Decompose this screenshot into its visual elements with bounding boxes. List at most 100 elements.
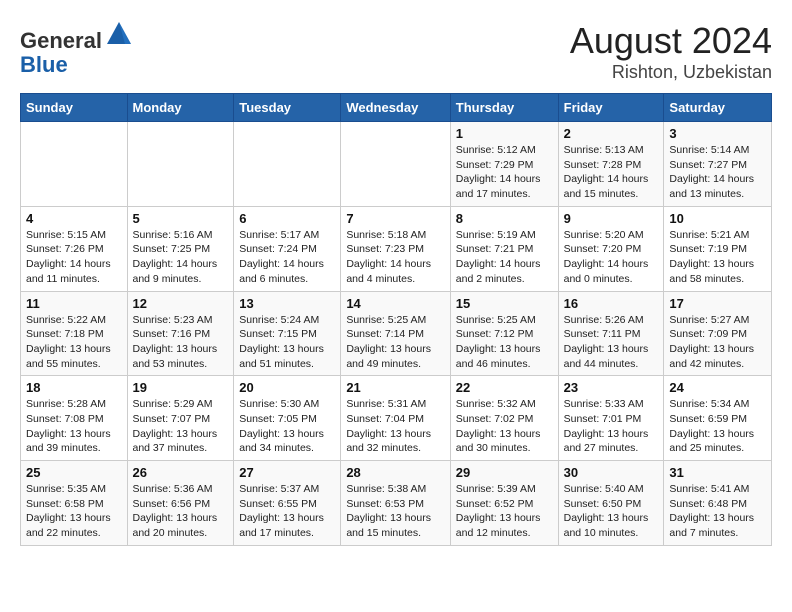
day-info: Sunrise: 5:12 AMSunset: 7:29 PMDaylight:… — [456, 143, 553, 202]
day-number: 27 — [239, 465, 335, 480]
day-number: 24 — [669, 380, 766, 395]
day-info: Sunrise: 5:15 AMSunset: 7:26 PMDaylight:… — [26, 228, 122, 287]
day-info: Sunrise: 5:18 AMSunset: 7:23 PMDaylight:… — [346, 228, 444, 287]
day-info: Sunrise: 5:40 AMSunset: 6:50 PMDaylight:… — [564, 482, 659, 541]
day-number: 1 — [456, 126, 553, 141]
day-info: Sunrise: 5:23 AMSunset: 7:16 PMDaylight:… — [133, 313, 229, 372]
calendar-cell: 27 Sunrise: 5:37 AMSunset: 6:55 PMDayligh… — [234, 461, 341, 546]
calendar-cell: 19Sunrise: 5:29 AMSunset: 7:07 PMDayligh… — [127, 376, 234, 461]
day-info: Sunrise: 5:25 AMSunset: 7:14 PMDaylight:… — [346, 313, 444, 372]
day-number: 28 — [346, 465, 444, 480]
calendar-cell: 23 Sunrise: 5:33 AMSunset: 7:01 PMDayligh… — [558, 376, 664, 461]
day-info: Sunrise: 5:20 AMSunset: 7:20 PMDaylight:… — [564, 228, 659, 287]
weekday-header-thursday: Thursday — [450, 94, 558, 122]
calendar-cell: 28 Sunrise: 5:38 AMSunset: 6:53 PMDayligh… — [341, 461, 450, 546]
day-info: Sunrise: 5:24 AMSunset: 7:15 PMDaylight:… — [239, 313, 335, 372]
week-row-1: 1 Sunrise: 5:12 AMSunset: 7:29 PMDaylight… — [21, 122, 772, 207]
day-number: 23 — [564, 380, 659, 395]
logo-icon — [105, 20, 133, 48]
calendar-cell: 13 Sunrise: 5:24 AMSunset: 7:15 PMDayligh… — [234, 291, 341, 376]
weekday-header-tuesday: Tuesday — [234, 94, 341, 122]
calendar-table: SundayMondayTuesdayWednesdayThursdayFrid… — [20, 93, 772, 546]
calendar-cell: 14 Sunrise: 5:25 AMSunset: 7:14 PMDayligh… — [341, 291, 450, 376]
calendar-cell: 9 Sunrise: 5:20 AMSunset: 7:20 PMDaylight… — [558, 206, 664, 291]
day-info: Sunrise: 5:14 AMSunset: 7:27 PMDaylight:… — [669, 143, 766, 202]
weekday-header-wednesday: Wednesday — [341, 94, 450, 122]
day-number: 6 — [239, 211, 335, 226]
day-number: 16 — [564, 296, 659, 311]
calendar-cell: 5 Sunrise: 5:16 AMSunset: 7:25 PMDaylight… — [127, 206, 234, 291]
day-number: 17 — [669, 296, 766, 311]
day-number: 31 — [669, 465, 766, 480]
calendar-cell: 3 Sunrise: 5:14 AMSunset: 7:27 PMDaylight… — [664, 122, 772, 207]
day-number: 14 — [346, 296, 444, 311]
day-number: 2 — [564, 126, 659, 141]
day-number: 11 — [26, 296, 122, 311]
calendar-cell: 8 Sunrise: 5:19 AMSunset: 7:21 PMDaylight… — [450, 206, 558, 291]
day-info: Sunrise: 5:33 AMSunset: 7:01 PMDaylight:… — [564, 397, 659, 456]
week-row-2: 4 Sunrise: 5:15 AMSunset: 7:26 PMDaylight… — [21, 206, 772, 291]
day-number: 9 — [564, 211, 659, 226]
location-title: Rishton, Uzbekistan — [570, 62, 772, 83]
calendar-cell — [127, 122, 234, 207]
day-info: Sunrise: 5:22 AMSunset: 7:18 PMDaylight:… — [26, 313, 122, 372]
calendar-cell: 18Sunrise: 5:28 AMSunset: 7:08 PMDayligh… — [21, 376, 128, 461]
day-info: Sunrise: 5:17 AMSunset: 7:24 PMDaylight:… — [239, 228, 335, 287]
week-row-4: 18Sunrise: 5:28 AMSunset: 7:08 PMDayligh… — [21, 376, 772, 461]
weekday-header-saturday: Saturday — [664, 94, 772, 122]
logo-blue: Blue — [20, 52, 68, 77]
day-number: 7 — [346, 211, 444, 226]
calendar-cell: 15 Sunrise: 5:25 AMSunset: 7:12 PMDayligh… — [450, 291, 558, 376]
calendar-cell: 16 Sunrise: 5:26 AMSunset: 7:11 PMDayligh… — [558, 291, 664, 376]
day-info: Sunrise: 5:21 AMSunset: 7:19 PMDaylight:… — [669, 228, 766, 287]
day-number: 8 — [456, 211, 553, 226]
week-row-5: 25 Sunrise: 5:35 AMSunset: 6:58 PMDayligh… — [21, 461, 772, 546]
calendar-cell: 2 Sunrise: 5:13 AMSunset: 7:28 PMDaylight… — [558, 122, 664, 207]
title-block: August 2024 Rishton, Uzbekistan — [570, 20, 772, 83]
calendar-cell: 29 Sunrise: 5:39 AMSunset: 6:52 PMDayligh… — [450, 461, 558, 546]
day-info: Sunrise: 5:41 AMSunset: 6:48 PMDaylight:… — [669, 482, 766, 541]
day-info: Sunrise: 5:38 AMSunset: 6:53 PMDaylight:… — [346, 482, 444, 541]
logo-text: General Blue — [20, 20, 133, 77]
day-number: 15 — [456, 296, 553, 311]
day-info: Sunrise: 5:28 AMSunset: 7:08 PMDaylight:… — [26, 397, 122, 456]
weekday-header-sunday: Sunday — [21, 94, 128, 122]
weekday-header-friday: Friday — [558, 94, 664, 122]
day-number: 30 — [564, 465, 659, 480]
calendar-cell: 25 Sunrise: 5:35 AMSunset: 6:58 PMDayligh… — [21, 461, 128, 546]
day-number: 10 — [669, 211, 766, 226]
day-info: Sunrise: 5:37 AMSunset: 6:55 PMDaylight:… — [239, 482, 335, 541]
calendar-cell: 17Sunrise: 5:27 AMSunset: 7:09 PMDayligh… — [664, 291, 772, 376]
day-info: Sunrise: 5:13 AMSunset: 7:28 PMDaylight:… — [564, 143, 659, 202]
day-number: 29 — [456, 465, 553, 480]
day-info: Sunrise: 5:39 AMSunset: 6:52 PMDaylight:… — [456, 482, 553, 541]
day-info: Sunrise: 5:16 AMSunset: 7:25 PMDaylight:… — [133, 228, 229, 287]
day-number: 5 — [133, 211, 229, 226]
day-number: 13 — [239, 296, 335, 311]
weekday-header-monday: Monday — [127, 94, 234, 122]
calendar-cell: 24Sunrise: 5:34 AMSunset: 6:59 PMDayligh… — [664, 376, 772, 461]
day-info: Sunrise: 5:30 AMSunset: 7:05 PMDaylight:… — [239, 397, 335, 456]
calendar-cell: 20Sunrise: 5:30 AMSunset: 7:05 PMDayligh… — [234, 376, 341, 461]
calendar-cell — [21, 122, 128, 207]
calendar-cell: 26Sunrise: 5:36 AMSunset: 6:56 PMDayligh… — [127, 461, 234, 546]
day-number: 12 — [133, 296, 229, 311]
day-info: Sunrise: 5:25 AMSunset: 7:12 PMDaylight:… — [456, 313, 553, 372]
calendar-cell: 10 Sunrise: 5:21 AMSunset: 7:19 PMDayligh… — [664, 206, 772, 291]
day-info: Sunrise: 5:35 AMSunset: 6:58 PMDaylight:… — [26, 482, 122, 541]
calendar-cell: 11 Sunrise: 5:22 AMSunset: 7:18 PMDayligh… — [21, 291, 128, 376]
day-info: Sunrise: 5:26 AMSunset: 7:11 PMDaylight:… — [564, 313, 659, 372]
day-info: Sunrise: 5:19 AMSunset: 7:21 PMDaylight:… — [456, 228, 553, 287]
calendar-cell — [341, 122, 450, 207]
day-number: 22 — [456, 380, 553, 395]
day-number: 21 — [346, 380, 444, 395]
day-number: 19 — [133, 380, 229, 395]
calendar-body: 1 Sunrise: 5:12 AMSunset: 7:29 PMDaylight… — [21, 122, 772, 546]
page-header: General Blue August 2024 Rishton, Uzbeki… — [20, 20, 772, 83]
logo-general: General — [20, 28, 102, 53]
day-number: 4 — [26, 211, 122, 226]
calendar-cell: 30 Sunrise: 5:40 AMSunset: 6:50 PMDayligh… — [558, 461, 664, 546]
day-number: 3 — [669, 126, 766, 141]
day-number: 25 — [26, 465, 122, 480]
calendar-cell — [234, 122, 341, 207]
